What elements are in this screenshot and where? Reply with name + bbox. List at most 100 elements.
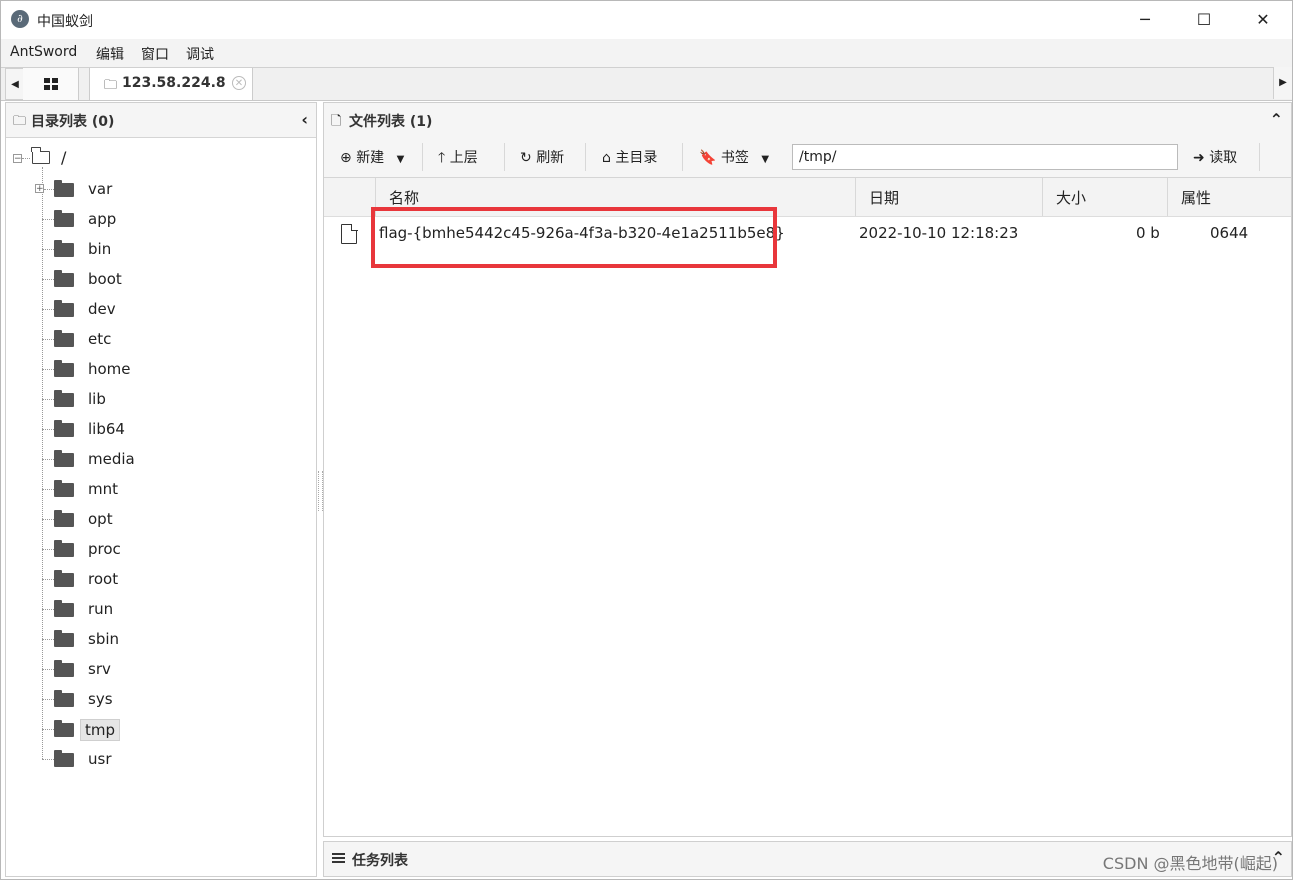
folder-icon <box>54 720 74 737</box>
folder-icon <box>54 570 74 587</box>
collapse-root-icon[interactable]: − <box>13 154 22 164</box>
tree-item-media[interactable]: media <box>52 448 312 472</box>
bookmark-button-label: 书签 <box>720 150 749 166</box>
menu-antsword[interactable]: AntSword <box>10 44 77 60</box>
window-title: 中国蚁剑 <box>37 14 93 30</box>
minimize-button[interactable]: ─ <box>1116 5 1174 35</box>
column-name-label: 名称 <box>389 189 420 207</box>
tab-scroll-right-button[interactable]: ▶ <box>1273 67 1292 99</box>
tree-item-srv[interactable]: srv <box>52 658 312 682</box>
tab-close-icon[interactable]: ✕ <box>232 76 246 90</box>
collapse-up-icon[interactable]: ⌃ <box>1270 110 1283 129</box>
arrow-up-icon: 🡑 <box>438 150 446 166</box>
path-input[interactable] <box>792 144 1178 170</box>
directory-panel-header: 🗀 目录列表 (0) ‹ <box>6 103 316 138</box>
tab-home-grid[interactable] <box>23 68 79 100</box>
column-size[interactable]: 大小 <box>1042 178 1167 216</box>
file-icon <box>341 223 358 244</box>
folder-icon <box>54 270 74 287</box>
column-date[interactable]: 日期 <box>855 178 1042 216</box>
directory-tree: − / + var app bin boot dev etc home lib lib64 med… <box>6 137 316 876</box>
up-button[interactable]: 🡑 上层 <box>438 147 478 171</box>
file-attr: 0644 <box>1210 224 1249 242</box>
caret-down-icon: ▼ <box>761 154 770 165</box>
folder-outline-icon: 🗀 <box>13 114 27 129</box>
tab-bar: ◀ 🗀 123.58.224.8 ✕ <box>1 67 1292 101</box>
home-dir-button-label: 主目录 <box>615 150 658 166</box>
read-button[interactable]: ➜ 读取 <box>1193 147 1237 167</box>
read-button-label: 读取 <box>1209 150 1238 166</box>
tree-item-bin[interactable]: bin <box>52 238 312 262</box>
column-date-label: 日期 <box>869 189 900 207</box>
root-folder-icon[interactable] <box>31 147 50 164</box>
file-date: 2022-10-10 12:18:23 <box>859 224 1019 242</box>
tree-item-var[interactable]: var <box>52 178 312 202</box>
toolbar-separator <box>504 143 505 171</box>
bookmark-icon: 🔖 <box>699 150 717 166</box>
tree-item-label: app <box>88 210 117 228</box>
tree-item-label: mnt <box>88 480 118 498</box>
expand-var-icon[interactable]: + <box>35 184 44 194</box>
tree-item-label: sbin <box>88 630 120 648</box>
tree-item-label: lib64 <box>88 420 125 438</box>
file-outline-icon: 🗋 <box>331 114 342 129</box>
toolbar-separator <box>682 143 683 171</box>
tree-item-tmp[interactable]: tmp <box>52 718 312 742</box>
folder-icon <box>54 600 74 617</box>
folder-icon <box>54 420 74 437</box>
folder-icon <box>54 180 74 197</box>
menu-window[interactable]: 窗口 <box>141 44 169 64</box>
tree-item-label: tmp <box>80 719 121 741</box>
folder-icon <box>54 660 74 677</box>
toolbar-separator <box>1259 143 1260 171</box>
tree-item-mnt[interactable]: mnt <box>52 478 312 502</box>
tree-item-label: lib <box>88 390 106 408</box>
tree-item-proc[interactable]: proc <box>52 538 312 562</box>
new-button[interactable]: ⊕ 新建 ▼ <box>340 147 404 167</box>
home-icon: ⌂ <box>602 150 611 166</box>
tree-item-label: sys <box>88 690 113 708</box>
tree-item-root[interactable]: root <box>52 568 312 592</box>
bookmark-button[interactable]: 🔖 书签 ▼ <box>699 147 769 167</box>
highlight-box <box>371 207 777 268</box>
refresh-button-label: 刷新 <box>536 150 565 166</box>
app-window: ∂ 中国蚁剑 ─ ☐ ✕ AntSword 编辑 窗口 调试 ◀ 🗀 123.5… <box>0 0 1293 880</box>
grid-icon <box>44 78 58 90</box>
menu-debug[interactable]: 调试 <box>186 44 214 64</box>
folder-icon <box>54 300 74 317</box>
tree-item-label: dev <box>88 300 116 318</box>
tree-item-etc[interactable]: etc <box>52 328 312 352</box>
tree-item-app[interactable]: app <box>52 208 312 232</box>
tree-item-label: opt <box>88 510 113 528</box>
tree-item-sbin[interactable]: sbin <box>52 628 312 652</box>
folder-icon <box>54 240 74 257</box>
refresh-button[interactable]: ↻ 刷新 <box>520 147 564 167</box>
tree-item-boot[interactable]: boot <box>52 268 312 292</box>
tree-item-sys[interactable]: sys <box>52 688 312 712</box>
menu-edit[interactable]: 编辑 <box>96 44 124 64</box>
folder-icon <box>54 510 74 527</box>
tree-item-lib[interactable]: lib <box>52 388 312 412</box>
folder-icon <box>54 450 74 467</box>
toolbar-separator <box>422 143 423 171</box>
tree-root-label[interactable]: / <box>61 148 66 167</box>
tab-host[interactable]: 🗀 123.58.224.8 ✕ <box>89 68 253 100</box>
directory-panel-title: 目录列表 (0) <box>31 114 115 130</box>
directory-panel: 🗀 目录列表 (0) ‹ − / + var app bin boot dev etc ho… <box>5 102 317 877</box>
tree-item-dev[interactable]: dev <box>52 298 312 322</box>
file-panel-header: 🗋 文件列表 (1) ⌃ <box>324 103 1291 138</box>
tree-item-lib64[interactable]: lib64 <box>52 418 312 442</box>
tree-item-usr[interactable]: usr <box>52 748 312 772</box>
toolbar-separator <box>585 143 586 171</box>
tree-item-run[interactable]: run <box>52 598 312 622</box>
tree-item-opt[interactable]: opt <box>52 508 312 532</box>
column-attr-label: 属性 <box>1181 189 1212 207</box>
folder-outline-icon: 🗀 <box>104 78 118 93</box>
column-attr[interactable]: 属性 <box>1167 178 1291 216</box>
close-button[interactable]: ✕ <box>1234 5 1292 35</box>
collapse-left-icon[interactable]: ‹ <box>301 110 308 129</box>
tree-item-home[interactable]: home <box>52 358 312 382</box>
maximize-button[interactable]: ☐ <box>1175 5 1233 35</box>
home-dir-button[interactable]: ⌂ 主目录 <box>602 147 657 167</box>
tab-scroll-left-button[interactable]: ◀ <box>5 68 25 100</box>
